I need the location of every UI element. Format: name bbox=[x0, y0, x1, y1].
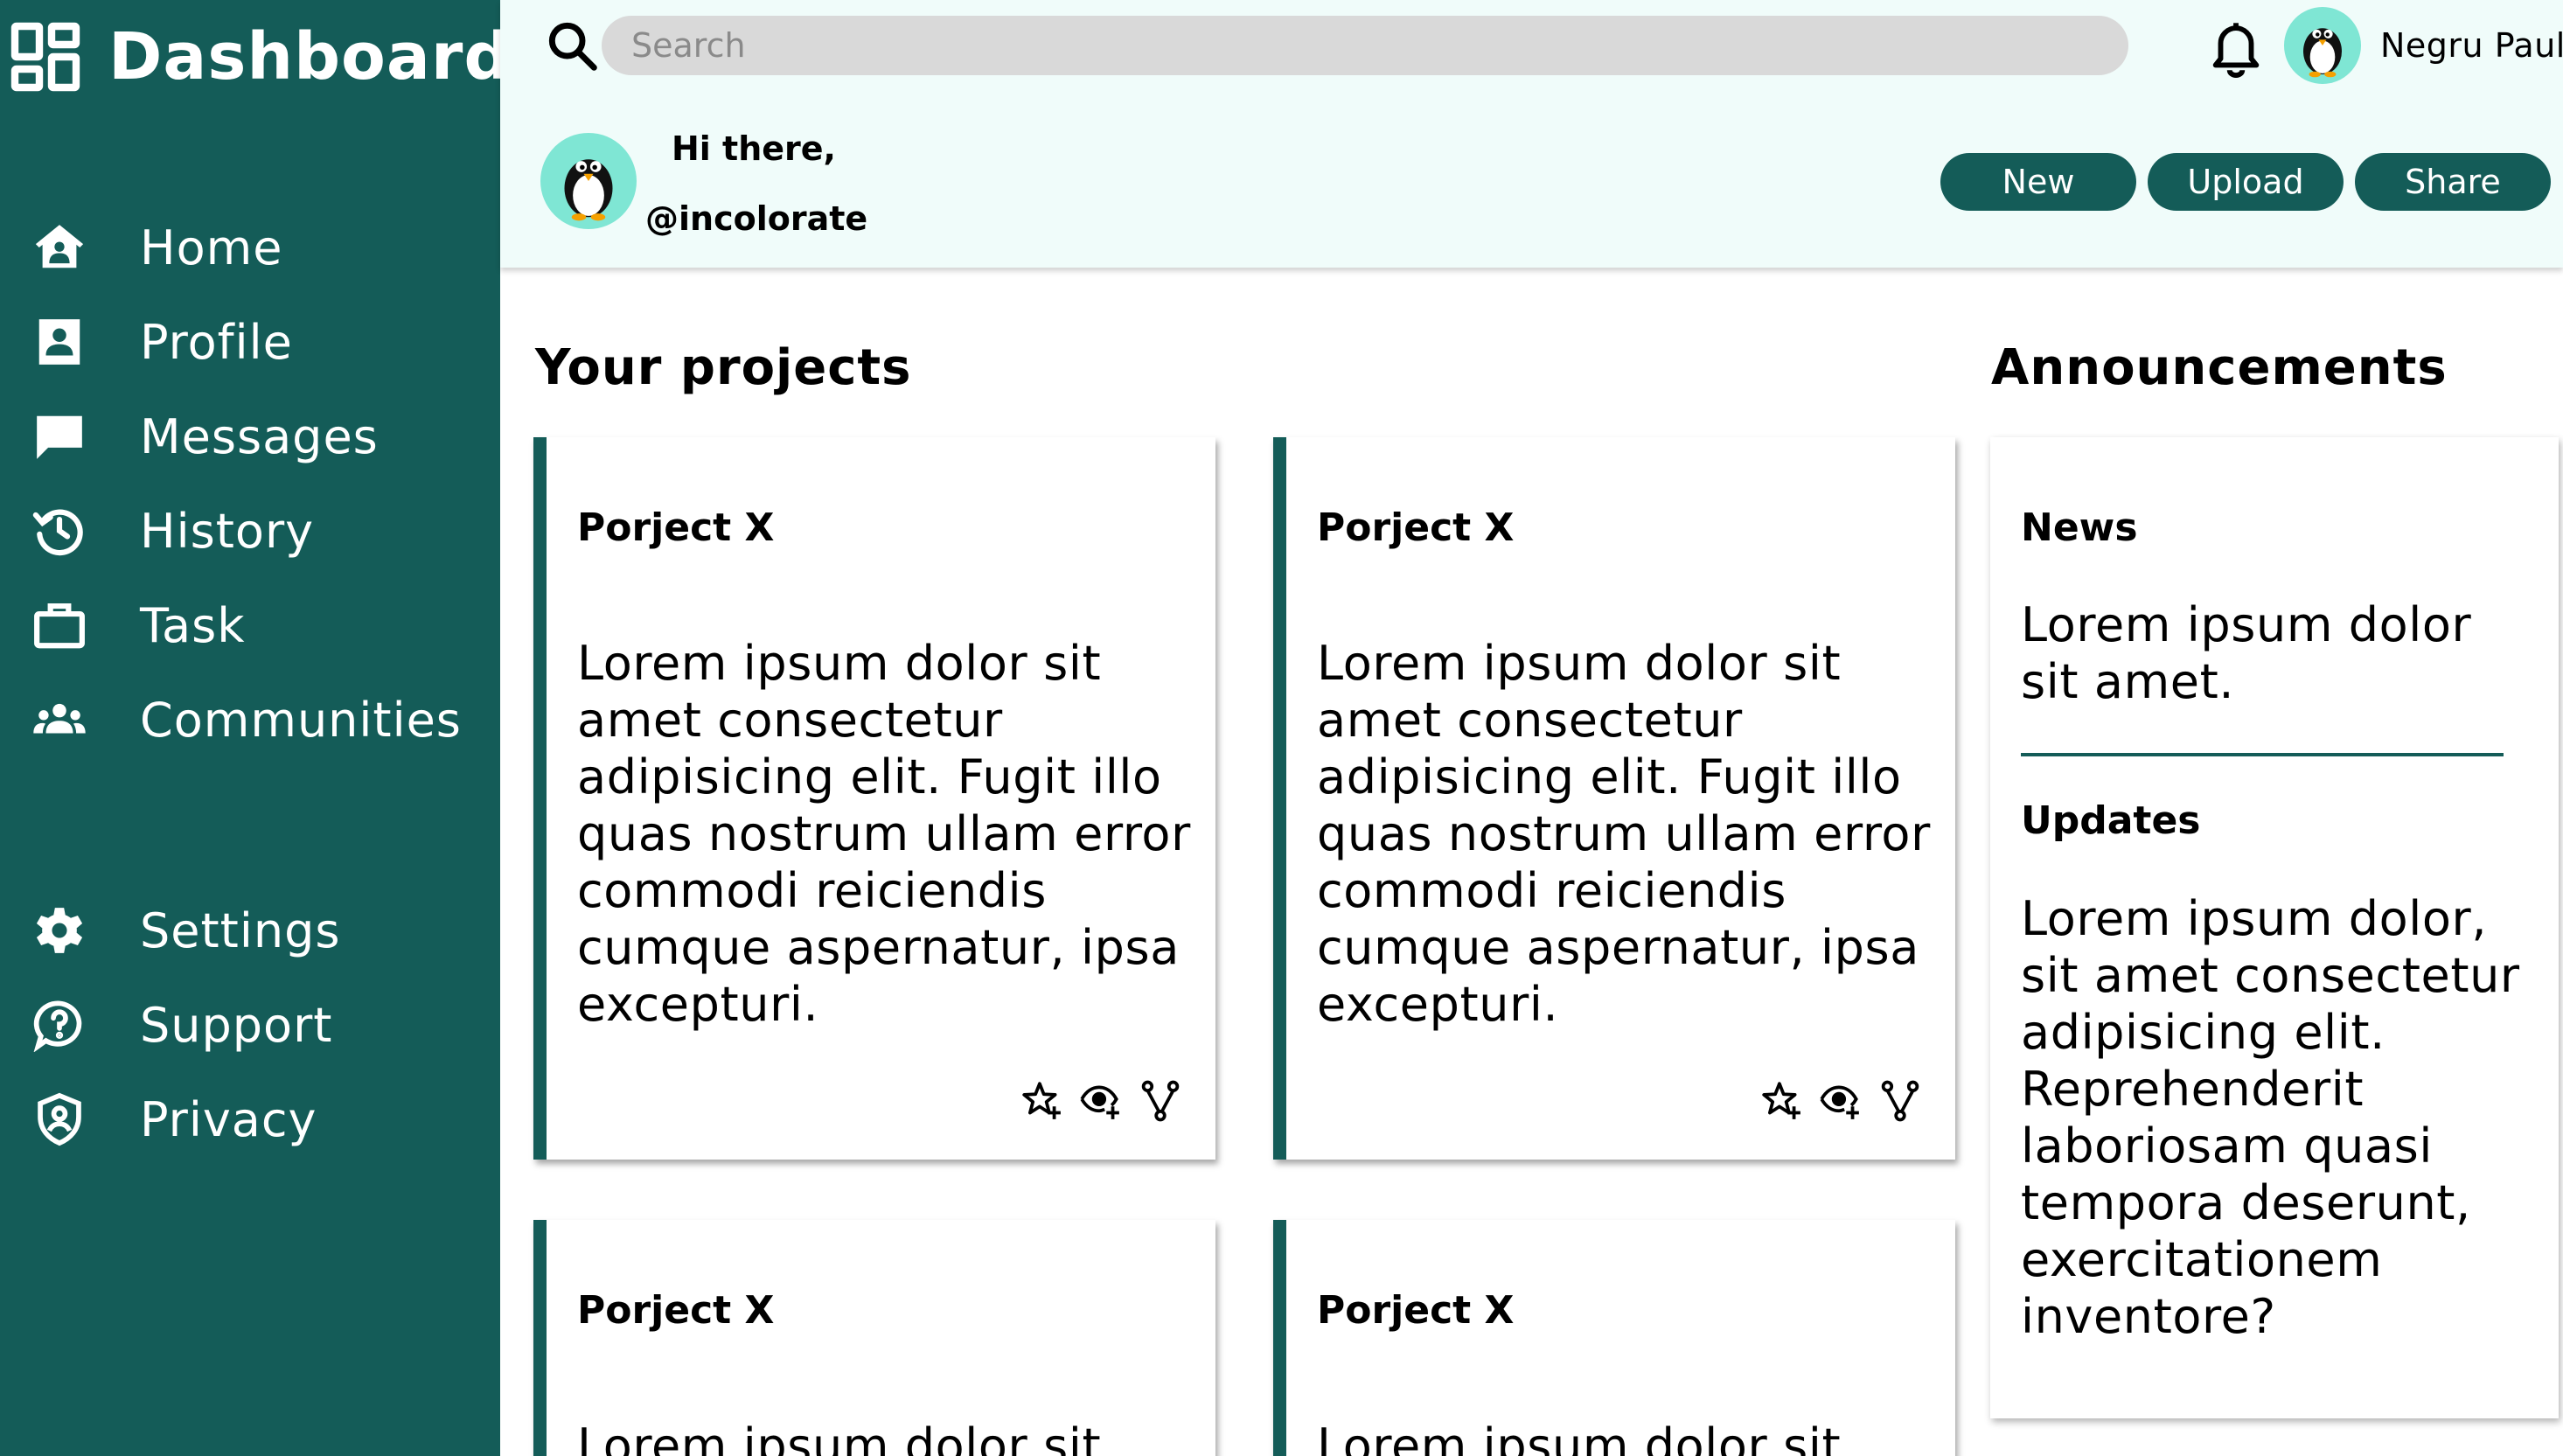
sidebar-item-settings[interactable]: Settings bbox=[0, 895, 340, 965]
sidebar-item-label: Communities bbox=[140, 692, 462, 748]
announcement-title-updates: Updates bbox=[2021, 798, 2201, 843]
sidebar-item-label: Messages bbox=[140, 408, 379, 464]
share-button[interactable]: Share bbox=[2355, 153, 2551, 211]
project-title: Porject X bbox=[577, 505, 775, 550]
avatar[interactable] bbox=[2284, 7, 2361, 84]
profile-card-icon bbox=[29, 311, 90, 373]
user-handle: @incolorate bbox=[645, 199, 868, 238]
project-description: Lorem ipsum dolor sit amet consectetur a… bbox=[577, 636, 1191, 1032]
help-bubble-icon bbox=[29, 994, 90, 1055]
fork-icon[interactable] bbox=[1878, 1079, 1922, 1123]
project-card[interactable]: Porject X Lorem ipsum dolor sit bbox=[1273, 1220, 1955, 1456]
sidebar: Dashboard Home Profile Messages History … bbox=[0, 0, 510, 1456]
sidebar-item-label: Support bbox=[140, 997, 333, 1053]
sidebar-item-label: Profile bbox=[140, 314, 293, 370]
sidebar-item-messages[interactable]: Messages bbox=[0, 401, 379, 471]
people-icon bbox=[29, 689, 90, 750]
dashboard-grid-icon bbox=[10, 22, 80, 92]
message-icon bbox=[29, 406, 90, 467]
search-input[interactable] bbox=[602, 16, 2128, 75]
watch-add-icon[interactable] bbox=[1079, 1079, 1123, 1123]
shield-icon bbox=[29, 1089, 90, 1150]
sidebar-item-privacy[interactable]: Privacy bbox=[0, 1084, 317, 1154]
briefcase-icon bbox=[29, 595, 90, 656]
sidebar-item-label: Settings bbox=[140, 902, 341, 958]
bell-icon[interactable] bbox=[2205, 16, 2267, 79]
new-button[interactable]: New bbox=[1940, 153, 2136, 211]
sidebar-item-label: History bbox=[140, 503, 315, 559]
section-title-projects: Your projects bbox=[535, 339, 912, 396]
section-title-announcements: Announcements bbox=[1991, 339, 2448, 396]
project-title: Porject X bbox=[1317, 505, 1515, 550]
penguin-avatar-icon bbox=[564, 159, 613, 221]
announcement-body-news: Lorem ipsum dolor sit amet. bbox=[2021, 597, 2472, 709]
project-card[interactable]: Porject X Lorem ipsum dolor sit bbox=[533, 1220, 1215, 1456]
gear-icon bbox=[29, 900, 90, 961]
star-add-icon[interactable] bbox=[1020, 1079, 1063, 1123]
history-icon bbox=[29, 500, 90, 561]
star-add-icon[interactable] bbox=[1759, 1079, 1803, 1123]
project-card[interactable]: Porject X Lorem ipsum dolor sit amet con… bbox=[1273, 437, 1955, 1160]
sidebar-item-history[interactable]: History bbox=[0, 496, 314, 566]
announcement-title-news: News bbox=[2021, 505, 2138, 550]
user-name[interactable]: Negru Paul bbox=[2380, 26, 2563, 65]
project-title: Porject X bbox=[1317, 1288, 1515, 1333]
announcements-card: News Lorem ipsum dolor sit amet. Updates… bbox=[1990, 437, 2559, 1418]
sidebar-item-profile[interactable]: Profile bbox=[0, 307, 293, 377]
project-actions bbox=[1759, 1079, 1922, 1123]
home-icon bbox=[29, 217, 90, 278]
brand-title: Dashboard bbox=[108, 19, 512, 94]
upload-button[interactable]: Upload bbox=[2148, 153, 2344, 211]
announcement-body-updates: Lorem ipsum dolor, sit amet consectetur … bbox=[2021, 891, 2520, 1344]
brand[interactable]: Dashboard bbox=[9, 17, 511, 96]
watch-add-icon[interactable] bbox=[1819, 1079, 1863, 1123]
sidebar-item-label: Privacy bbox=[140, 1091, 317, 1147]
search-icon[interactable] bbox=[544, 17, 600, 73]
sidebar-item-support[interactable]: Support bbox=[0, 990, 332, 1060]
project-description: Lorem ipsum dolor sit amet consectetur a… bbox=[1317, 636, 1931, 1032]
project-actions bbox=[1020, 1079, 1182, 1123]
project-card[interactable]: Porject X Lorem ipsum dolor sit amet con… bbox=[533, 437, 1215, 1160]
project-description: Lorem ipsum dolor sit bbox=[1317, 1418, 1842, 1456]
sidebar-item-label: Task bbox=[140, 597, 246, 653]
fork-icon[interactable] bbox=[1139, 1079, 1182, 1123]
avatar[interactable] bbox=[540, 133, 637, 229]
greeting-text: Hi there, bbox=[672, 129, 836, 168]
project-title: Porject X bbox=[577, 1288, 775, 1333]
announcement-divider bbox=[2021, 753, 2504, 756]
sidebar-item-task[interactable]: Task bbox=[0, 590, 246, 660]
penguin-avatar-icon bbox=[2303, 28, 2342, 78]
sidebar-item-communities[interactable]: Communities bbox=[0, 685, 462, 755]
header: Negru Paul Hi there, @incolorate New Upl… bbox=[500, 0, 2563, 268]
sidebar-item-home[interactable]: Home bbox=[0, 212, 282, 282]
sidebar-item-label: Home bbox=[140, 219, 283, 275]
project-description: Lorem ipsum dolor sit bbox=[577, 1418, 1102, 1456]
